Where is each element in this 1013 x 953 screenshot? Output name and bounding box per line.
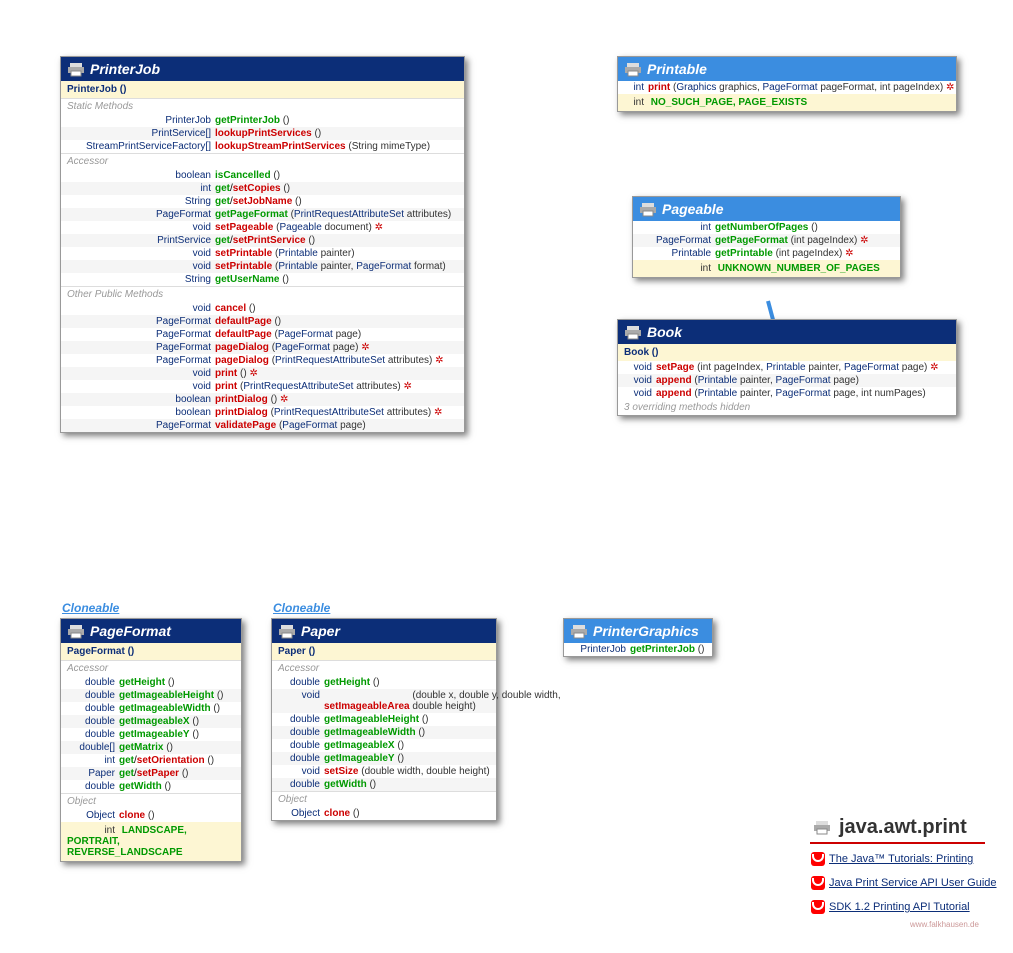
method-row: PageFormatgetPageFormat (PrintRequestAtt… xyxy=(61,208,464,221)
method-row: booleanprintDialog (PrintRequestAttribut… xyxy=(61,406,464,419)
method-row: PrinterJobgetPrinterJob () xyxy=(564,643,712,656)
title: Pageable xyxy=(662,201,723,217)
note: 3 overriding methods hidden xyxy=(618,400,956,415)
method-row: doublegetImageableX () xyxy=(272,739,496,752)
method-row: PageFormatdefaultPage () xyxy=(61,315,464,328)
method-row: booleanisCancelled () xyxy=(61,169,464,182)
method-row: Stringget/setJobName () xyxy=(61,195,464,208)
method-row: PageFormatpageDialog (PrintRequestAttrib… xyxy=(61,354,464,367)
printer-icon xyxy=(624,61,642,77)
method-row: doublegetImageableY () xyxy=(61,728,241,741)
constants: int NO_SUCH_PAGE, PAGE_EXISTS xyxy=(618,94,956,111)
title: PrinterJob xyxy=(90,61,160,77)
method-row: voidsetPage (int pageIndex, Printable pa… xyxy=(618,361,956,374)
method-row: PageFormatpageDialog (PageFormat page) ✲ xyxy=(61,341,464,354)
oracle-icon xyxy=(811,900,825,914)
title: Book xyxy=(647,324,682,340)
link-tutorials[interactable]: The Java™ Tutorials: Printing xyxy=(811,852,973,866)
method-row: doublegetHeight () xyxy=(61,676,241,689)
cloneable-tag[interactable]: Cloneable xyxy=(273,601,330,615)
interface-pageable: Pageable intgetNumberOfPages ()PageForma… xyxy=(632,196,901,278)
method-row: voidprint () ✲ xyxy=(61,367,464,380)
title: Printable xyxy=(647,61,707,77)
method-row: booleanprintDialog () ✲ xyxy=(61,393,464,406)
method-row: voidcancel () xyxy=(61,302,464,315)
constructor: Book () xyxy=(618,344,956,361)
method-row: voidappend (Printable painter, PageForma… xyxy=(618,374,956,387)
title: PrinterGraphics xyxy=(593,623,699,639)
method-row: doublegetImageableWidth () xyxy=(61,702,241,715)
class-pageformat: PageFormat PageFormat () Accessor double… xyxy=(60,618,242,862)
method-row: intgetNumberOfPages () xyxy=(633,221,900,234)
method-row: voidsetImageableArea (double x, double y… xyxy=(272,689,496,713)
method-row: PageFormatvalidatePage (PageFormat page) xyxy=(61,419,464,432)
method-row: doublegetHeight () xyxy=(272,676,496,689)
method-row: voidprint (PrintRequestAttributeSet attr… xyxy=(61,380,464,393)
method-row: voidappend (Printable painter, PageForma… xyxy=(618,387,956,400)
method-row: PrintablegetPrintable (int pageIndex) ✲ xyxy=(633,247,900,260)
class-book: Book Book () voidsetPage (int pageIndex,… xyxy=(617,319,957,416)
method-row: doublegetImageableY () xyxy=(272,752,496,765)
method-row: doublegetWidth () xyxy=(61,780,241,793)
method-row: PageFormatgetPageFormat (int pageIndex) … xyxy=(633,234,900,247)
printer-icon xyxy=(813,818,835,838)
method-row: doublegetImageableX () xyxy=(61,715,241,728)
link-guide[interactable]: Java Print Service API User Guide xyxy=(811,876,997,890)
package-title: java.awt.print xyxy=(813,816,967,839)
method-row: voidsetPageable (Pageable document) ✲ xyxy=(61,221,464,234)
constructor: PageFormat () xyxy=(61,643,241,660)
oracle-icon xyxy=(811,852,825,866)
class-printerjob: PrinterJob PrinterJob () Static Methods … xyxy=(60,56,465,433)
interface-printergraphics: PrinterGraphics PrinterJobgetPrinterJob … xyxy=(563,618,713,657)
printer-icon xyxy=(67,623,85,639)
method-row: StringgetUserName () xyxy=(61,273,464,286)
printer-icon xyxy=(67,61,85,77)
method-row: doublegetWidth () xyxy=(272,778,496,791)
method-row: StreamPrintServiceFactory[]lookupStreamP… xyxy=(61,140,464,153)
method-row: doublegetImageableHeight () xyxy=(61,689,241,702)
method-row: PrintServiceget/setPrintService () xyxy=(61,234,464,247)
method-row: voidsetSize (double width, double height… xyxy=(272,765,496,778)
method-row: Paperget/setPaper () xyxy=(61,767,241,780)
method-row: doublegetImageableHeight () xyxy=(272,713,496,726)
method-row: voidsetPrintable (Printable painter, Pag… xyxy=(61,260,464,273)
method-row: intget/setCopies () xyxy=(61,182,464,195)
credit[interactable]: www.falkhausen.de xyxy=(910,920,979,929)
title: PageFormat xyxy=(90,623,171,639)
method-row: intprint (Graphics graphics, PageFormat … xyxy=(618,81,956,94)
constructor: Paper () xyxy=(272,643,496,660)
method-row: Objectclone () xyxy=(61,809,241,822)
method-row: PrintService[]lookupPrintServices () xyxy=(61,127,464,140)
constants: int LANDSCAPE, PORTRAIT, REVERSE_LANDSCA… xyxy=(61,822,241,861)
title: Paper xyxy=(301,623,340,639)
method-row: PrinterJobgetPrinterJob () xyxy=(61,114,464,127)
method-row: voidsetPrintable (Printable painter) xyxy=(61,247,464,260)
printer-icon xyxy=(624,324,642,340)
interface-printable: Printable intprint (Graphics graphics, P… xyxy=(617,56,957,112)
link-sdk[interactable]: SDK 1.2 Printing API Tutorial xyxy=(811,900,970,914)
method-row: Objectclone () xyxy=(272,807,496,820)
class-paper: Paper Paper () Accessor doublegetHeight … xyxy=(271,618,497,821)
method-row: PageFormatdefaultPage (PageFormat page) xyxy=(61,328,464,341)
printer-icon xyxy=(278,623,296,639)
oracle-icon xyxy=(811,876,825,890)
constants: int UNKNOWN_NUMBER_OF_PAGES xyxy=(633,260,900,277)
method-row: intget/setOrientation () xyxy=(61,754,241,767)
cloneable-tag[interactable]: Cloneable xyxy=(62,601,119,615)
method-row: doublegetImageableWidth () xyxy=(272,726,496,739)
constructor: PrinterJob () xyxy=(61,81,464,98)
printer-icon xyxy=(570,623,588,639)
printer-icon xyxy=(639,201,657,217)
method-row: double[]getMatrix () xyxy=(61,741,241,754)
